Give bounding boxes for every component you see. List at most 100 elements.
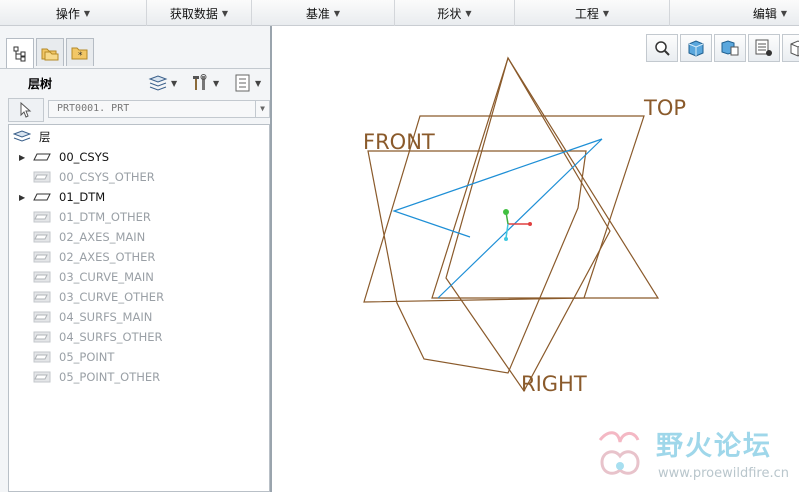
settings-button[interactable]: ▼ (234, 73, 261, 93)
layer-hidden-icon (33, 271, 51, 283)
layer-tree-item-label: 00_CSYS_OTHER (59, 170, 155, 184)
layer-icon (33, 192, 51, 202)
navigator-panel: * 层树 ▼ ▼ ▼ PRT0001. PRT ▼ 层 ▶ 00_CSYS 00… (0, 26, 272, 492)
select-pointer-button[interactable] (8, 98, 44, 122)
layer-tree-item-label: 01_DTM_OTHER (59, 210, 151, 224)
layers-icon (148, 75, 168, 91)
menu-operations-label: 操作 (55, 6, 80, 21)
layer-tree-item[interactable]: 00_CSYS_OTHER (9, 167, 267, 187)
list-settings-icon (235, 74, 250, 92)
chevron-down-icon: ▼ (221, 8, 229, 18)
tools-button[interactable]: ▼ (190, 73, 219, 93)
layer-display-button[interactable]: ▼ (148, 73, 177, 93)
layer-display-icon (755, 39, 772, 56)
menu-shapes-label: 形状 (437, 6, 462, 21)
top-menubar: 操作 ▼ 获取数据 ▼ 基准 ▼ 形状 ▼ 工程 ▼ 编辑 ▼ (0, 0, 799, 26)
watermark-text: 野火论坛 (656, 431, 772, 462)
tab-favorites[interactable]: * (66, 38, 94, 66)
view-toolbar (646, 34, 799, 64)
cursor-arrow-icon (20, 102, 32, 118)
front-datum-label: FRONT (363, 130, 435, 154)
menu-edit-label: 编辑 (752, 6, 777, 21)
hammer-wrench-icon (193, 74, 207, 90)
layer-tree-item-label: 02_AXES_OTHER (59, 250, 156, 264)
front-datum-plane[interactable] (367, 150, 587, 374)
view-cube-icon (790, 40, 799, 57)
model-selector-row: PRT0001. PRT ▼ (8, 98, 270, 122)
layer-tree-item[interactable]: 04_SURFS_MAIN (9, 307, 267, 327)
layer-tree-item[interactable]: 04_SURFS_OTHER (9, 327, 267, 347)
layer-tree-title: 层树 (28, 77, 53, 91)
menu-engineering-label: 工程 (574, 6, 599, 21)
favorites-icon: * (71, 47, 88, 61)
cube-icon (688, 40, 704, 57)
layer-tree-header: 层树 ▼ ▼ ▼ (0, 68, 270, 96)
layer-tree-item[interactable]: ▶ 00_CSYS (9, 147, 267, 167)
layers-icon (13, 130, 31, 144)
menu-operations[interactable]: 操作 ▼ (0, 0, 147, 26)
menu-datum[interactable]: 基准 ▼ (252, 0, 395, 26)
layer-tree-item-label: 01_DTM (59, 190, 106, 204)
expand-arrow-icon[interactable]: ▶ (19, 153, 31, 162)
chevron-down-icon: ▼ (213, 78, 220, 88)
layer-tree-item-label: 03_CURVE_MAIN (59, 270, 154, 284)
chevron-down-icon: ▼ (255, 78, 262, 88)
layer-tree-item-label: 04_SURFS_MAIN (59, 310, 153, 324)
shading-button[interactable] (680, 34, 712, 62)
top-datum-label: TOP (644, 96, 687, 120)
chevron-down-icon: ▼ (333, 8, 341, 18)
layer-tree-item[interactable]: 01_DTM_OTHER (9, 207, 267, 227)
menu-shapes[interactable]: 形状 ▼ (395, 0, 515, 26)
layer-tree-root-label: 层 (39, 130, 51, 144)
model-select-dropdown[interactable]: PRT0001. PRT ▼ (48, 100, 270, 118)
layer-hidden-icon (33, 231, 51, 243)
model-tree-icon (13, 46, 26, 61)
menu-engineering[interactable]: 工程 ▼ (515, 0, 670, 26)
layer-hidden-icon (33, 311, 51, 323)
layer-icon (33, 152, 51, 162)
layer-hidden-icon (33, 371, 51, 383)
layer-hidden-icon (33, 171, 51, 183)
tab-folder-browser[interactable] (36, 38, 64, 66)
tab-model-tree[interactable] (6, 38, 34, 68)
layer-tree-item-label: 00_CSYS (59, 150, 110, 164)
layer-tree: 层 ▶ 00_CSYS 00_CSYS_OTHER ▶ 01_DTM 01_DTM_OTH… (8, 124, 270, 492)
menu-edit[interactable]: 编辑 ▼ (670, 0, 799, 26)
layer-tree-item[interactable]: 05_POINT_OTHER (9, 367, 267, 387)
layers-display-button[interactable] (748, 34, 780, 62)
expand-arrow-icon[interactable]: ▶ (19, 193, 31, 202)
layer-tree-item[interactable]: 02_AXES_OTHER (9, 247, 267, 267)
layer-tree-item-label: 03_CURVE_OTHER (59, 290, 165, 304)
layer-tree-root[interactable]: 层 (9, 127, 267, 147)
saved-views-button[interactable] (714, 34, 746, 62)
layer-tree-item[interactable]: 03_CURVE_MAIN (9, 267, 267, 287)
layer-tree-item-label: 05_POINT_OTHER (59, 370, 161, 384)
layer-tree-item-label: 02_AXES_MAIN (59, 230, 146, 244)
layer-hidden-icon (33, 331, 51, 343)
svg-text:*: * (78, 51, 83, 61)
chevron-down-icon: ▼ (602, 8, 610, 18)
chevron-down-icon: ▼ (465, 8, 472, 18)
chevron-down-icon: ▼ (171, 78, 178, 88)
chevron-down-icon: ▼ (780, 8, 787, 18)
menu-get-data[interactable]: 获取数据 ▼ (147, 0, 252, 26)
layer-tree-item[interactable]: 05_POINT (9, 347, 267, 367)
datum-geometry (363, 56, 660, 393)
zoom-icon (655, 41, 670, 56)
layer-hidden-icon (33, 351, 51, 363)
watermark: 野火论坛 www.proewildfire.cn (588, 424, 799, 492)
chevron-down-icon: ▼ (83, 8, 91, 18)
menu-datum-label: 基准 (305, 6, 330, 21)
folder-browser-icon (41, 48, 59, 60)
layer-tree-item[interactable]: 03_CURVE_OTHER (9, 287, 267, 307)
watermark-logo-icon (598, 431, 640, 475)
layer-tree-item-label: 05_POINT (59, 350, 115, 364)
layer-tree-item[interactable]: ▶ 01_DTM (9, 187, 267, 207)
model-select-value: PRT0001. PRT (57, 103, 130, 114)
chevron-down-icon: ▼ (255, 101, 269, 117)
zoom-button[interactable] (646, 34, 678, 62)
layer-tree-item[interactable]: 02_AXES_MAIN (9, 227, 267, 247)
view-orientation-button[interactable] (782, 34, 799, 62)
csys-triad-icon[interactable] (503, 209, 532, 241)
graphics-window[interactable]: FRONT TOP RIGHT (274, 26, 799, 492)
